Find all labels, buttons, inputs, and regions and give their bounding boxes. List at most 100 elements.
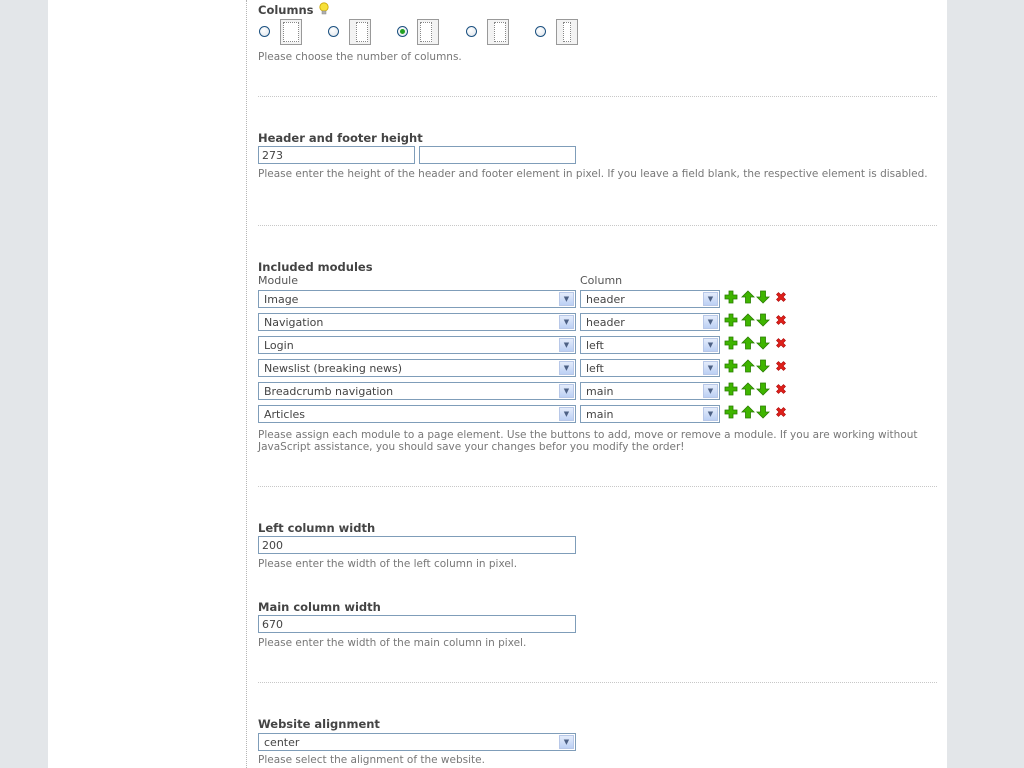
chevron-down-icon: ▼: [703, 384, 718, 398]
layout-three-column-icon: [556, 19, 578, 45]
main-width-help: Please enter the width of the main colum…: [258, 637, 527, 649]
page: Columns Please choose the number of colu…: [48, 0, 947, 768]
chevron-down-icon: ▼: [559, 361, 574, 375]
module-select-value: Newslist (breaking news): [264, 362, 403, 375]
header-height-input[interactable]: [258, 146, 415, 164]
plus-icon[interactable]: [724, 405, 738, 419]
module-select-value: Login: [264, 339, 294, 352]
modules-label: Included modules: [258, 260, 373, 274]
alignment-select-value: center: [264, 736, 300, 749]
module-column-header: Module: [258, 274, 298, 287]
left-width-label: Left column width: [258, 521, 376, 535]
plus-icon[interactable]: [724, 336, 738, 350]
lightbulb-icon: [319, 2, 329, 15]
module-row-actions: [724, 290, 794, 304]
arrow-down-icon[interactable]: [756, 359, 770, 373]
columns-radio-2[interactable]: [328, 26, 339, 37]
column-divider: [246, 0, 247, 768]
column-select[interactable]: left ▼: [580, 359, 720, 377]
column-select[interactable]: left ▼: [580, 336, 720, 354]
column-select-value: header: [586, 316, 625, 329]
module-select-value: Breadcrumb navigation: [264, 385, 394, 398]
chevron-down-icon: ▼: [703, 407, 718, 421]
module-select-value: Navigation: [264, 316, 324, 329]
column-select-value: main: [586, 385, 614, 398]
column-select[interactable]: header ▼: [580, 313, 720, 331]
module-select[interactable]: Articles ▼: [258, 405, 576, 423]
arrow-up-icon[interactable]: [741, 336, 755, 350]
separator: [258, 96, 937, 97]
column-select-value: left: [586, 339, 604, 352]
main-width-label: Main column width: [258, 600, 381, 614]
layout-two-column-alt-icon: [487, 19, 509, 45]
module-select[interactable]: Navigation ▼: [258, 313, 576, 331]
delete-icon[interactable]: [774, 313, 788, 327]
column-select[interactable]: main ▼: [580, 382, 720, 400]
header-footer-help: Please enter the height of the header an…: [258, 168, 928, 180]
column-select-value: left: [586, 362, 604, 375]
module-select-value: Articles: [264, 408, 306, 421]
column-select-value: header: [586, 293, 625, 306]
delete-icon[interactable]: [774, 382, 788, 396]
module-select[interactable]: Breadcrumb navigation ▼: [258, 382, 576, 400]
alignment-help: Please select the alignment of the websi…: [258, 754, 485, 766]
chevron-down-icon: ▼: [559, 315, 574, 329]
chevron-down-icon: ▼: [559, 338, 574, 352]
columns-label: Columns: [258, 3, 314, 17]
chevron-down-icon: ▼: [559, 384, 574, 398]
left-width-input[interactable]: [258, 536, 576, 554]
chevron-down-icon: ▼: [703, 338, 718, 352]
header-footer-label: Header and footer height: [258, 131, 423, 145]
main-width-input[interactable]: [258, 615, 576, 633]
left-column: [48, 0, 246, 768]
separator: [258, 486, 937, 487]
arrow-down-icon[interactable]: [756, 290, 770, 304]
arrow-up-icon[interactable]: [741, 359, 755, 373]
module-row-actions: [724, 336, 794, 350]
plus-icon[interactable]: [724, 313, 738, 327]
plus-icon[interactable]: [724, 382, 738, 396]
columns-help: Please choose the number of columns.: [258, 51, 462, 63]
alignment-select[interactable]: center ▼: [258, 733, 576, 751]
separator: [258, 225, 937, 226]
layout-settings-form: Columns Please choose the number of colu…: [258, 0, 938, 768]
chevron-down-icon: ▼: [703, 292, 718, 306]
chevron-down-icon: ▼: [703, 315, 718, 329]
module-select[interactable]: Newslist (breaking news) ▼: [258, 359, 576, 377]
arrow-up-icon[interactable]: [741, 405, 755, 419]
columns-radio-3[interactable]: [397, 26, 408, 37]
delete-icon[interactable]: [774, 359, 788, 373]
layout-one-column-icon: [280, 19, 302, 45]
module-row-actions: [724, 359, 794, 373]
delete-icon[interactable]: [774, 290, 788, 304]
chevron-down-icon: ▼: [703, 361, 718, 375]
alignment-label: Website alignment: [258, 717, 380, 731]
module-select-value: Image: [264, 293, 299, 306]
module-select[interactable]: Login ▼: [258, 336, 576, 354]
arrow-up-icon[interactable]: [741, 313, 755, 327]
separator: [258, 682, 937, 683]
arrow-down-icon[interactable]: [756, 336, 770, 350]
module-row-actions: [724, 405, 794, 419]
plus-icon[interactable]: [724, 359, 738, 373]
left-width-help: Please enter the width of the left colum…: [258, 558, 518, 570]
plus-icon[interactable]: [724, 290, 738, 304]
module-row-actions: [724, 382, 794, 396]
column-column-header: Column: [580, 274, 623, 287]
arrow-down-icon[interactable]: [756, 405, 770, 419]
delete-icon[interactable]: [774, 336, 788, 350]
column-select[interactable]: header ▼: [580, 290, 720, 308]
column-select[interactable]: main ▼: [580, 405, 720, 423]
footer-height-input[interactable]: [419, 146, 576, 164]
columns-radio-4[interactable]: [466, 26, 477, 37]
columns-radio-1[interactable]: [259, 26, 270, 37]
arrow-down-icon[interactable]: [756, 382, 770, 396]
arrow-down-icon[interactable]: [756, 313, 770, 327]
module-row-actions: [724, 313, 794, 327]
chevron-down-icon: ▼: [559, 292, 574, 306]
columns-radio-5[interactable]: [535, 26, 546, 37]
arrow-up-icon[interactable]: [741, 382, 755, 396]
arrow-up-icon[interactable]: [741, 290, 755, 304]
module-select[interactable]: Image ▼: [258, 290, 576, 308]
delete-icon[interactable]: [774, 405, 788, 419]
